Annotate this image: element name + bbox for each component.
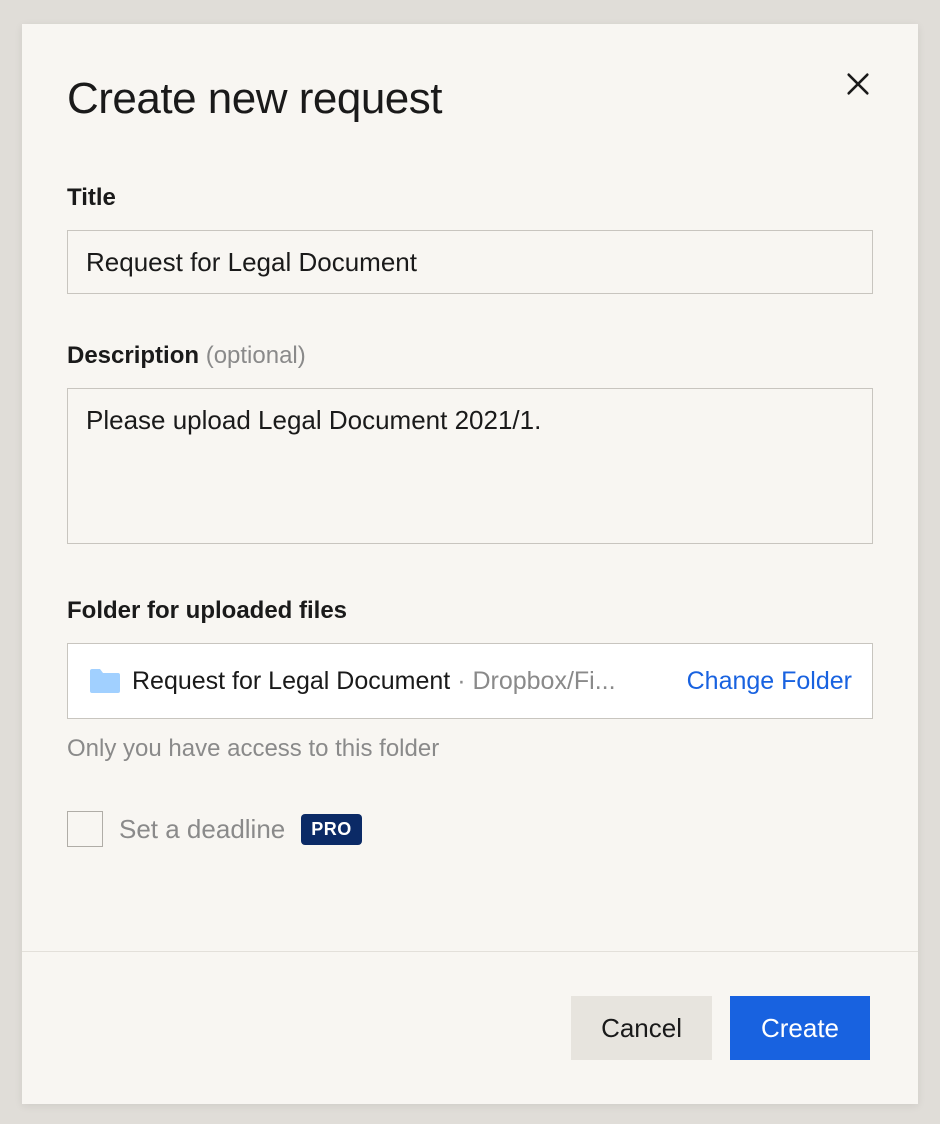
modal-body: Create new request Title Description (op… [22, 24, 918, 951]
title-label: Title [67, 184, 873, 212]
folder-label: Folder for uploaded files [67, 597, 873, 625]
folder-access-note: Only you have access to this folder [67, 735, 873, 763]
create-request-modal: Create new request Title Description (op… [22, 24, 918, 1104]
folder-name: Request for Legal Document [132, 667, 450, 695]
cancel-button[interactable]: Cancel [571, 996, 712, 1060]
folder-separator: · [450, 667, 472, 695]
folder-group: Folder for uploaded files Request for Le… [67, 597, 873, 763]
folder-path: Dropbox/Fi... [472, 667, 615, 695]
description-optional: (optional) [199, 342, 306, 369]
deadline-label: Set a deadline [119, 814, 285, 845]
description-input[interactable]: Please upload Legal Document 2021/1. [67, 388, 873, 544]
description-label-text: Description [67, 342, 199, 369]
description-group: Description (optional) Please upload Leg… [67, 342, 873, 549]
folder-path-text: Request for Legal Document · Dropbox/Fi.… [132, 667, 665, 696]
modal-footer: Cancel Create [22, 951, 918, 1104]
create-button[interactable]: Create [730, 996, 870, 1060]
close-button[interactable] [836, 62, 880, 106]
deadline-checkbox[interactable] [67, 811, 103, 847]
change-folder-link[interactable]: Change Folder [687, 667, 852, 696]
title-input[interactable] [67, 230, 873, 294]
folder-selector: Request for Legal Document · Dropbox/Fi.… [67, 643, 873, 719]
close-icon [844, 70, 872, 98]
modal-title: Create new request [67, 74, 873, 124]
title-group: Title [67, 184, 873, 294]
pro-badge: PRO [301, 814, 362, 845]
deadline-row: Set a deadline PRO [67, 811, 873, 847]
folder-icon [88, 667, 122, 695]
description-label: Description (optional) [67, 342, 873, 370]
